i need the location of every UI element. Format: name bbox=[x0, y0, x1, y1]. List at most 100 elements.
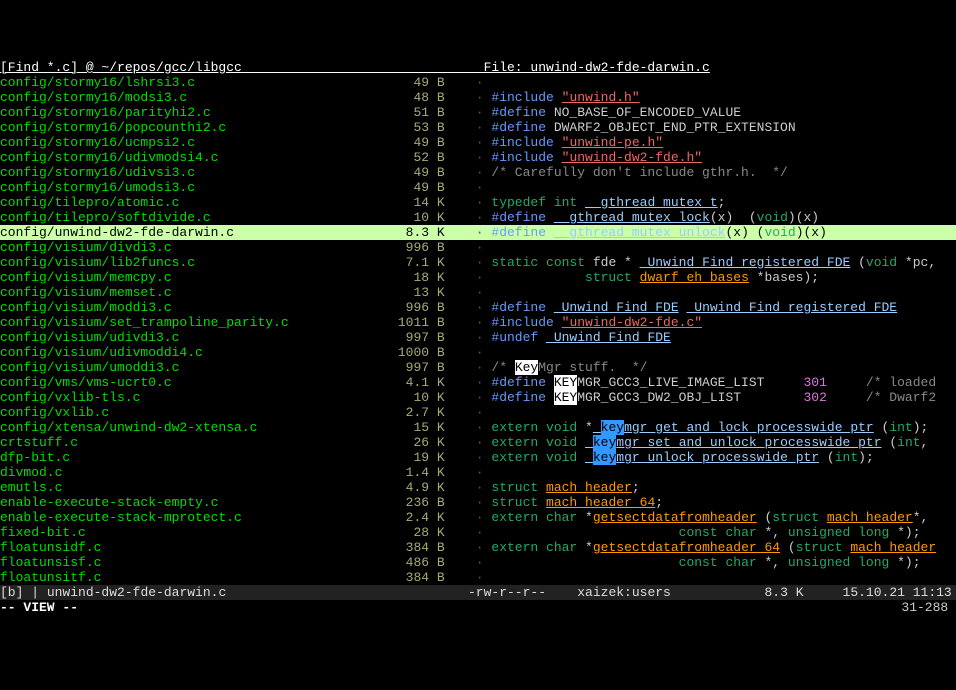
code-line: struct mach_header_64; bbox=[491, 495, 663, 510]
file-row[interactable]: crtstuff.c 26 K · extern void _keymgr_se… bbox=[0, 435, 956, 450]
status-tab: [b] bbox=[0, 585, 31, 600]
code-line: #include "unwind-pe.h" bbox=[491, 135, 663, 150]
file-row[interactable]: floatunsidf.c 384 B · extern char *getse… bbox=[0, 540, 956, 555]
file-name: emutls.c bbox=[0, 480, 390, 495]
right-pane-title: File: unwind-dw2-fde-darwin.c bbox=[468, 60, 956, 75]
file-row[interactable]: config/vms/vms-ucrt0.c 4.1 K · #define K… bbox=[0, 375, 956, 390]
file-row[interactable]: dfp-bit.c 19 K · extern void _keymgr_unl… bbox=[0, 450, 956, 465]
file-row[interactable]: config/stormy16/umodsi3.c 49 B · bbox=[0, 180, 956, 195]
file-size: 28 K bbox=[390, 525, 445, 540]
code-line: #include "unwind-dw2-fde.c" bbox=[491, 315, 702, 330]
file-size: 52 B bbox=[390, 150, 445, 165]
file-row[interactable]: config/stormy16/parityhi2.c 51 B · #defi… bbox=[0, 105, 956, 120]
file-name: floatunsitf.c bbox=[0, 570, 390, 585]
file-name: config/visium/udivmoddi4.c bbox=[0, 345, 390, 360]
file-name: config/visium/memcpy.c bbox=[0, 270, 390, 285]
file-name: config/unwind-dw2-fde-darwin.c bbox=[0, 225, 390, 240]
file-name: config/vxlib-tls.c bbox=[0, 390, 390, 405]
code-line: extern char *getsectdatafromheader (stru… bbox=[491, 510, 928, 525]
file-row[interactable]: config/xtensa/unwind-dw2-xtensa.c 15 K ·… bbox=[0, 420, 956, 435]
file-row[interactable]: config/tilepro/softdivide.c 10 K · #defi… bbox=[0, 210, 956, 225]
code-line: #define __gthread_mutex_lock(x) (void)(x… bbox=[491, 210, 819, 225]
file-size: 4.1 K bbox=[390, 375, 445, 390]
file-name: config/xtensa/unwind-dw2-xtensa.c bbox=[0, 420, 390, 435]
code-line: extern void *_keymgr_get_and_lock_proces… bbox=[491, 420, 928, 435]
code-line: extern void _keymgr_unlock_processwide_p… bbox=[491, 450, 873, 465]
file-size: 49 B bbox=[390, 135, 445, 150]
file-row[interactable]: config/stormy16/udivsi3.c 49 B · /* Care… bbox=[0, 165, 956, 180]
file-name: config/vms/vms-ucrt0.c bbox=[0, 375, 390, 390]
file-row[interactable]: enable-execute-stack-empty.c 236 B · str… bbox=[0, 495, 956, 510]
file-size: 384 B bbox=[390, 540, 445, 555]
file-row[interactable]: config/vxlib-tls.c 10 K · #define KEYMGR… bbox=[0, 390, 956, 405]
file-row[interactable]: config/tilepro/atomic.c 14 K · typedef i… bbox=[0, 195, 956, 210]
file-row[interactable]: fixed-bit.c 28 K · const char *, unsigne… bbox=[0, 525, 956, 540]
code-line: #define KEYMGR_GCC3_LIVE_IMAGE_LIST 301 … bbox=[491, 375, 936, 390]
file-row[interactable]: divmod.c 1.4 K · bbox=[0, 465, 956, 480]
code-line: #undef _Unwind_Find_FDE bbox=[491, 330, 670, 345]
file-name: floatunsidf.c bbox=[0, 540, 390, 555]
code-line: extern char *getsectdatafromheader_64 (s… bbox=[491, 540, 936, 555]
file-row[interactable]: config/vxlib.c 2.7 K · bbox=[0, 405, 956, 420]
code-line: #define _Unwind_Find_FDE _Unwind_Find_re… bbox=[491, 300, 897, 315]
file-row[interactable]: config/visium/udivdi3.c 997 B · #undef _… bbox=[0, 330, 956, 345]
file-row[interactable]: emutls.c 4.9 K · struct mach_header; bbox=[0, 480, 956, 495]
file-size: 4.9 K bbox=[390, 480, 445, 495]
file-name: config/stormy16/udivsi3.c bbox=[0, 165, 390, 180]
file-name: config/stormy16/lshrsi3.c bbox=[0, 75, 390, 90]
left-pane-title: [Find *.c] @ ~/repos/gcc/libgcc bbox=[0, 60, 468, 75]
code-line: struct dwarf_eh_bases *bases); bbox=[491, 270, 819, 285]
file-size: 10 K bbox=[390, 390, 445, 405]
file-row[interactable]: config/visium/divdi3.c 996 B · bbox=[0, 240, 956, 255]
file-name: config/stormy16/umodsi3.c bbox=[0, 180, 390, 195]
file-row[interactable]: config/visium/moddi3.c 996 B · #define _… bbox=[0, 300, 956, 315]
file-row[interactable]: config/stormy16/modsi3.c 48 B · #include… bbox=[0, 90, 956, 105]
file-name: floatunsisf.c bbox=[0, 555, 390, 570]
file-size: 1000 B bbox=[390, 345, 445, 360]
file-row[interactable]: config/visium/umoddi3.c 997 B · /* KeyMg… bbox=[0, 360, 956, 375]
file-size: 15 K bbox=[390, 420, 445, 435]
line-position: 31-288 bbox=[901, 600, 956, 615]
file-row[interactable]: enable-execute-stack-mprotect.c 2.4 K · … bbox=[0, 510, 956, 525]
file-size: 996 B bbox=[390, 240, 445, 255]
file-row[interactable]: floatunsitf.c 384 B · bbox=[0, 570, 956, 585]
code-line: /* Carefully don't include gthr.h. */ bbox=[491, 165, 787, 180]
file-size: 7.1 K bbox=[390, 255, 445, 270]
file-row[interactable]: config/visium/lib2funcs.c 7.1 K · static… bbox=[0, 255, 956, 270]
file-name: config/tilepro/softdivide.c bbox=[0, 210, 390, 225]
file-size: 49 B bbox=[390, 75, 445, 90]
file-size: 10 K bbox=[390, 210, 445, 225]
file-row[interactable]: floatunsisf.c 486 B · const char *, unsi… bbox=[0, 555, 956, 570]
file-size: 14 K bbox=[390, 195, 445, 210]
file-size: 26 K bbox=[390, 435, 445, 450]
file-name: config/visium/moddi3.c bbox=[0, 300, 390, 315]
file-name: dfp-bit.c bbox=[0, 450, 390, 465]
file-name: enable-execute-stack-empty.c bbox=[0, 495, 390, 510]
file-row[interactable]: config/stormy16/popcounthi2.c 53 B · #de… bbox=[0, 120, 956, 135]
file-size: 997 B bbox=[390, 360, 445, 375]
status-file: unwind-dw2-fde-darwin.c bbox=[47, 585, 359, 600]
code-line: #define __gthread_mutex_unlock(x) (void)… bbox=[491, 225, 827, 240]
file-row[interactable]: config/visium/memset.c 13 K · bbox=[0, 285, 956, 300]
file-size: 486 B bbox=[390, 555, 445, 570]
code-line: /* KeyMgr stuff. */ bbox=[491, 360, 647, 375]
file-size: 1011 B bbox=[390, 315, 445, 330]
file-size: 8.3 K bbox=[390, 225, 445, 240]
code-line: #define DWARF2_OBJECT_END_PTR_EXTENSION bbox=[491, 120, 795, 135]
file-row[interactable]: config/visium/set_trampoline_parity.c 10… bbox=[0, 315, 956, 330]
file-name: config/stormy16/parityhi2.c bbox=[0, 105, 390, 120]
file-name: config/stormy16/udivmodsi4.c bbox=[0, 150, 390, 165]
file-row[interactable]: config/stormy16/udivmodsi4.c 52 B · #inc… bbox=[0, 150, 956, 165]
status-perms: -rw-r--r-- bbox=[468, 585, 546, 600]
code-line: #define KEYMGR_GCC3_DW2_OBJ_LIST 302 /* … bbox=[491, 390, 936, 405]
file-row[interactable]: config/stormy16/ucmpsi2.c 49 B · #includ… bbox=[0, 135, 956, 150]
file-size: 49 B bbox=[390, 165, 445, 180]
file-size: 996 B bbox=[390, 300, 445, 315]
file-row[interactable]: config/visium/memcpy.c 18 K · struct dwa… bbox=[0, 270, 956, 285]
file-name: config/vxlib.c bbox=[0, 405, 390, 420]
file-size: 2.7 K bbox=[390, 405, 445, 420]
file-row[interactable]: config/visium/udivmoddi4.c 1000 B · bbox=[0, 345, 956, 360]
file-row[interactable]: config/stormy16/lshrsi3.c 49 B · bbox=[0, 75, 956, 90]
file-row[interactable]: config/unwind-dw2-fde-darwin.c 8.3 K · #… bbox=[0, 225, 956, 240]
file-size: 997 B bbox=[390, 330, 445, 345]
